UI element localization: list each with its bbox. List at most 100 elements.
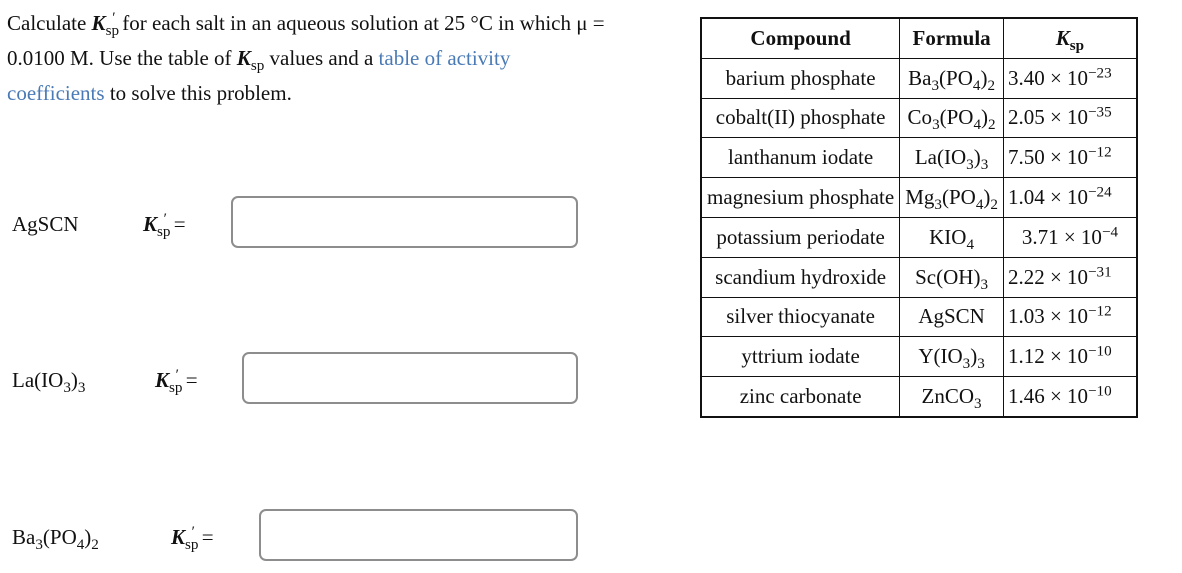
compound-cell: yttrium iodate xyxy=(700,336,901,378)
ksp-exponent: −4 xyxy=(1101,224,1119,241)
ksp-value-cell: 1.03 × 10−12 xyxy=(1002,296,1138,338)
formula-subscript: 3 xyxy=(932,117,940,134)
formula-subscript: 3 xyxy=(931,77,940,94)
formula-text: Ba xyxy=(12,525,36,549)
table-row: potassium periodate KIO4 3.71 × 10−4 xyxy=(700,216,1138,258)
formula-cell: AgSCN xyxy=(899,296,1004,338)
ksp-mantissa: 7.50 × 10 xyxy=(1007,145,1089,170)
ksp-exponent: −10 xyxy=(1088,343,1112,360)
formula-cell: ZnCO3 xyxy=(899,376,1004,418)
ksp-mantissa: 1.03 × 10 xyxy=(1007,304,1089,329)
formula-subscript: 3 xyxy=(980,157,989,174)
kprime-label: Ksp′ = xyxy=(171,523,214,553)
formula-text: ZnCO xyxy=(921,384,975,409)
formula-text: (PO xyxy=(939,105,974,130)
ksp-value-cell: 1.12 × 10−10 xyxy=(1002,336,1138,378)
ksp-value-cell: 2.22 × 10−31 xyxy=(1002,256,1138,298)
compound-cell: potassium periodate xyxy=(700,216,901,258)
formula-text: AgSCN xyxy=(918,304,985,329)
table-header-row: Compound Formula Ksp xyxy=(700,17,1138,59)
formula-text: La(IO xyxy=(12,368,64,392)
formula-text: (PO xyxy=(939,65,973,90)
answer-row-la-io3-3: La(IO3)3 Ksp′ = xyxy=(0,352,590,412)
kprime-symbol: Ksp′ xyxy=(91,9,119,39)
answer-row-ba3-po4-2: Ba3(PO4)2 Ksp′ = xyxy=(0,509,590,569)
formula-subscript: 3 xyxy=(934,196,942,213)
header-ksp: Ksp xyxy=(1002,17,1138,59)
table-row: lanthanum iodate La(IO3)3 7.50 × 10−12 xyxy=(700,137,1138,179)
table-body: barium phosphate Ba3(PO4)2 3.40 × 10−23 cob… xyxy=(700,57,1138,418)
formula-cell: Co3(PO4)2 xyxy=(899,97,1004,139)
ksp-answer-input-ba3-po4-2[interactable] xyxy=(259,509,578,561)
table-row: silver thiocyanate AgSCN 1.03 × 10−12 xyxy=(700,296,1138,338)
table-row: scandium hydroxide Sc(OH)3 2.22 × 10−31 xyxy=(700,256,1138,298)
formula-cell: Ba3(PO4)2 xyxy=(899,57,1004,99)
formula-subscript: 4 xyxy=(973,117,982,134)
ksp-mantissa: 1.12 × 10 xyxy=(1007,344,1089,369)
ksp-exponent: −12 xyxy=(1088,303,1112,320)
ksp-exponent: −24 xyxy=(1088,184,1112,201)
ksp-mantissa: 1.04 × 10 xyxy=(1007,185,1089,210)
formula-subscript: 2 xyxy=(91,536,99,553)
ksp-mantissa: 3.71 × 10 xyxy=(1021,224,1102,249)
ksp-answer-input-agscn[interactable] xyxy=(231,196,578,248)
formula-text: ) xyxy=(973,145,981,170)
formula-text: Y(IO xyxy=(918,344,963,369)
ksp-answer-input-la-io3-3[interactable] xyxy=(242,352,578,404)
compound-cell: magnesium phosphate xyxy=(700,177,901,218)
compound-cell: lanthanum iodate xyxy=(700,137,901,179)
answer-row-agscn: AgSCN Ksp′ = xyxy=(0,196,590,256)
formula-subscript: 3 xyxy=(77,379,86,396)
formula-subscript: 3 xyxy=(966,157,974,174)
formula-cell: KIO4 xyxy=(899,216,1004,258)
formula-text: KIO xyxy=(929,224,967,249)
prompt-text-3: values and a xyxy=(264,46,379,70)
ksp-value-cell: 2.05 × 10−35 xyxy=(1002,97,1138,139)
formula-text: ) xyxy=(70,368,78,392)
table-row: barium phosphate Ba3(PO4)2 3.40 × 10−23 xyxy=(700,57,1138,99)
ksp-exponent: −31 xyxy=(1088,264,1112,281)
kprime-label: Ksp′ = xyxy=(155,366,198,396)
formula-text: ) xyxy=(981,105,989,130)
formula-text: La(IO xyxy=(914,145,967,170)
table-row: zinc carbonate ZnCO3 1.46 × 10−10 xyxy=(700,376,1138,418)
kprime-label: Ksp′ = xyxy=(143,210,186,240)
formula-cell: Sc(OH)3 xyxy=(899,256,1004,298)
ksp-exponent: −10 xyxy=(1088,383,1112,400)
ksp-value-cell: 1.04 × 10−24 xyxy=(1002,177,1138,218)
compound-cell: silver thiocyanate xyxy=(700,296,901,338)
salt-label: La(IO3)3 xyxy=(12,368,86,396)
prompt-text-4: to solve this problem. xyxy=(104,81,292,105)
formula-text: Ba xyxy=(908,65,932,90)
ksp-table: Compound Formula Ksp barium phosphate Ba3… xyxy=(700,17,1138,418)
header-compound: Compound xyxy=(700,17,901,59)
formula-cell: La(IO3)3 xyxy=(899,137,1004,179)
formula-subscript: 3 xyxy=(980,276,989,293)
formula-text: Co xyxy=(907,105,933,130)
formula-subscript: 2 xyxy=(990,196,998,213)
table-row: yttrium iodate Y(IO3)3 1.12 × 10−10 xyxy=(700,336,1138,378)
ksp-mantissa: 2.22 × 10 xyxy=(1007,264,1089,289)
ksp-exponent: −12 xyxy=(1088,144,1112,161)
ksp-value-cell: 1.46 × 10−10 xyxy=(1002,376,1138,418)
formula-subscript: 3 xyxy=(63,379,71,396)
ksp-mantissa: 1.46 × 10 xyxy=(1007,384,1089,409)
compound-cell: cobalt(II) phosphate xyxy=(700,97,901,139)
formula-text: (PO xyxy=(941,185,976,210)
ksp-mantissa: 2.05 × 10 xyxy=(1007,105,1089,130)
ksp-symbol: Ksp xyxy=(236,46,265,74)
problem-statement: Calculate Ksp′ for each salt in an aqueo… xyxy=(7,6,607,111)
ksp-value-cell: 7.50 × 10−12 xyxy=(1002,137,1138,179)
formula-cell: Y(IO3)3 xyxy=(899,336,1004,378)
formula-subscript: 2 xyxy=(987,77,995,94)
compound-cell: scandium hydroxide xyxy=(700,256,901,298)
formula-text: AgSCN xyxy=(12,212,79,236)
formula-subscript: 3 xyxy=(977,356,985,373)
ksp-exponent: −23 xyxy=(1088,65,1112,82)
prompt-text-1: Calculate xyxy=(7,11,92,35)
ksp-exponent: −35 xyxy=(1088,104,1112,121)
formula-subscript: 4 xyxy=(966,236,975,253)
header-formula: Formula xyxy=(899,17,1004,59)
table-row: cobalt(II) phosphate Co3(PO4)2 2.05 × 10−3… xyxy=(700,97,1138,139)
ksp-value-cell: 3.40 × 10−23 xyxy=(1002,57,1138,99)
